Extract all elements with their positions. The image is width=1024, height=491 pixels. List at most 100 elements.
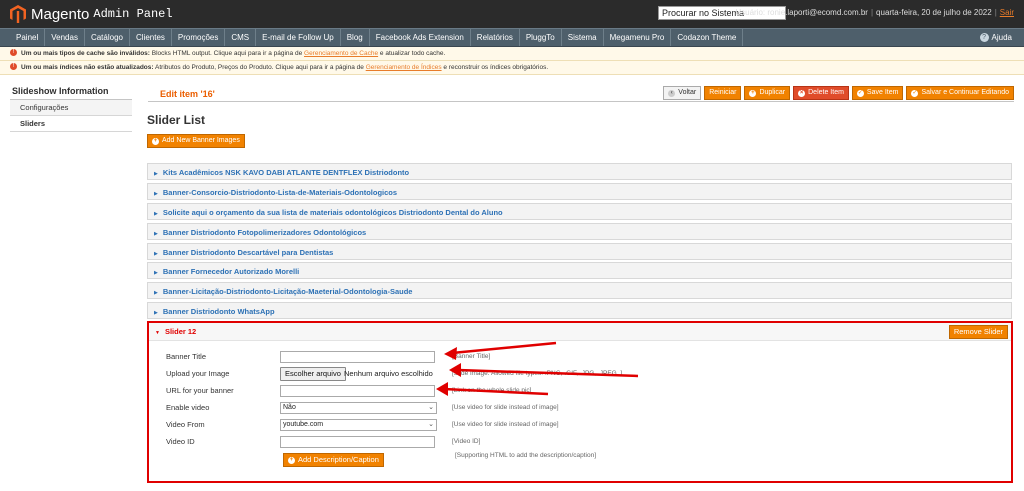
banner-title-input[interactable] xyxy=(280,351,435,363)
enable-video-note: [Use video for slide instead of image] xyxy=(452,404,559,411)
error-icon: ! xyxy=(10,48,17,56)
url-label: URL for your banner xyxy=(166,386,234,395)
nav-item-promo-es[interactable]: Promoções xyxy=(172,29,226,46)
cache-notice: ! Um ou mais tipos de cache são inválidos… xyxy=(0,47,1024,61)
slider-header[interactable]: ▼ Slider 12 Remove Slider xyxy=(149,323,1011,341)
nav-item-clientes[interactable]: Clientes xyxy=(130,29,172,46)
slider-title: ▼ Slider 12 xyxy=(155,323,196,342)
video-id-row: Video ID [Video ID] xyxy=(166,435,1006,448)
nav-item-blog[interactable]: Blog xyxy=(341,29,370,46)
slider-accordion-title: Solicite aqui o orçamento da sua lista d… xyxy=(162,207,503,217)
enable-video-label: Enable video xyxy=(166,403,210,412)
banner-title-row: Banner Title [Banner Title] xyxy=(166,350,1006,363)
slider-accordion-title: Kits Acadêmicos NSK KAVO DABI ATLANTE DE… xyxy=(162,168,410,177)
add-description-note: [Supporting HTML to add the description/… xyxy=(455,452,597,459)
check-icon: ✓ xyxy=(911,89,919,97)
slider-accordion-item[interactable]: ▶ Banner Distriodonto WhatsApp xyxy=(147,302,1012,320)
sidebar-title: Slideshow Information xyxy=(10,86,132,100)
nav-item-facebook-ads-extension[interactable]: Facebook Ads Extension xyxy=(370,29,471,46)
nav-item-pluggto[interactable]: PluggTo xyxy=(520,29,562,46)
cache-notice-strong: Um ou mais tipos de cache são inválidos: xyxy=(21,50,150,57)
tab-configuracoes[interactable]: Configurações xyxy=(10,100,132,116)
nav-item-painel[interactable]: Painel xyxy=(10,29,46,46)
duplicate-button[interactable]: + Duplicar xyxy=(744,86,791,100)
nav-item-sistema[interactable]: Sistema xyxy=(562,29,604,46)
save-item-button[interactable]: ✓ Save Item xyxy=(851,86,904,100)
enable-video-select[interactable]: Não ⌄ xyxy=(280,402,437,414)
choose-file-button[interactable]: Escolher arquivo xyxy=(280,367,346,381)
logout-link[interactable]: Sair xyxy=(1000,8,1014,17)
slider-title-text: Slider 12 xyxy=(164,327,197,336)
nav-item-megamenu-pro[interactable]: Megamenu Pro xyxy=(604,29,672,46)
save-label: Save Item xyxy=(866,89,899,96)
triangle-right-icon: ▶ xyxy=(154,210,158,217)
remove-slider-button[interactable]: Remove Slider xyxy=(948,325,1008,339)
video-id-input[interactable] xyxy=(280,436,435,448)
nav-item-relat-rios[interactable]: Relatórios xyxy=(471,29,520,46)
slider-list: ▶ Kits Acadêmicos NSK KAVO DABI ATLANTE D… xyxy=(147,163,1012,322)
index-management-link[interactable]: Gerenciamento de Índices xyxy=(366,64,442,71)
triangle-right-icon: ▶ xyxy=(154,230,158,237)
slider-accordion-title: Banner Distriodonto Descartável para Den… xyxy=(162,247,334,257)
nav-item-vendas[interactable]: Vendas xyxy=(45,29,85,46)
magento-logo-icon xyxy=(10,5,26,23)
save-continue-button[interactable]: ✓ Salvar e Continuar Editando xyxy=(906,86,1014,100)
plus-icon: + xyxy=(288,456,295,464)
url-input[interactable] xyxy=(280,385,435,397)
index-notice-tail: e reconstruir os índices obrigatórios. xyxy=(443,64,549,71)
slider-accordion-title: Banner-Licitação-Distriodonto-Licitação-… xyxy=(162,287,413,297)
delete-icon: × xyxy=(798,89,806,97)
plus-icon: + xyxy=(749,89,757,97)
slider-accordion-item[interactable]: ▶ Solicite aqui o orçamento da sua lista … xyxy=(147,202,1012,220)
add-description-button[interactable]: + Add Description/Caption xyxy=(283,453,384,467)
video-from-value: youtube.com xyxy=(283,421,324,428)
index-notice-strong: Um ou mais índices não estão atualizados… xyxy=(21,64,154,71)
nav-item-e-mail-de-follow-up[interactable]: E-mail de Follow Up xyxy=(256,29,341,46)
nav-item-codazon-theme[interactable]: Codazon Theme xyxy=(671,29,744,46)
url-row: URL for your banner [Link on the whole s… xyxy=(166,384,1006,397)
slider-accordion-title: Banner-Consorcio-Distriodonto-Lista-de-M… xyxy=(162,187,398,197)
plus-icon: + xyxy=(152,137,159,145)
chevron-down-icon: ⌄ xyxy=(428,404,434,411)
slider-accordion-item[interactable]: ▶ Banner Distriodonto Descartável para De… xyxy=(147,242,1012,260)
back-button[interactable]: ‹ Voltar xyxy=(663,86,702,100)
slider-accordion-item[interactable]: ▶ Banner-Consorcio-Distriodonto-Lista-de-… xyxy=(147,182,1012,200)
nav-item-cms[interactable]: CMS xyxy=(225,29,257,46)
index-notice-text: Atributos do Produto, Preços do Produto.… xyxy=(155,64,364,71)
delete-item-button[interactable]: × Delete Item xyxy=(793,86,849,100)
slider-accordion-item[interactable]: ▶ Banner Distriodonto Fotopolimerizadores… xyxy=(147,222,1012,240)
help-icon: ? xyxy=(979,33,989,42)
save-continue-label: Salvar e Continuar Editando xyxy=(921,89,1009,96)
triangle-right-icon: ▶ xyxy=(154,190,158,197)
triangle-right-icon: ▶ xyxy=(154,270,158,277)
nav-item-cat-logo[interactable]: Catálogo xyxy=(85,29,130,46)
brand-name: Magento xyxy=(31,5,90,23)
magento-logo[interactable]: Magento Admin Panel xyxy=(10,5,173,23)
upload-label: Upload your Image xyxy=(166,369,230,378)
check-icon: ✓ xyxy=(856,89,864,97)
triangle-right-icon: ▶ xyxy=(154,171,158,177)
video-id-label: Video ID xyxy=(166,437,195,446)
current-date: quarta-feira, 20 de julho de 2022 xyxy=(876,8,992,17)
add-description-label: Add Description/Caption xyxy=(298,455,379,464)
slider-accordion-item[interactable]: ▶ Banner Fornecedor Autorizado Morelli xyxy=(147,262,1012,280)
header-divider xyxy=(148,101,1014,102)
file-status: Nenhum arquivo escolhido xyxy=(344,369,433,378)
slider-expanded-panel: ▼ Slider 12 Remove Slider Banner Title [B… xyxy=(147,321,1013,483)
slider-accordion-title: Banner Fornecedor Autorizado Morelli xyxy=(162,267,300,277)
add-banner-button[interactable]: + Add New Banner Images xyxy=(147,134,245,148)
video-id-note: [Video ID] xyxy=(452,438,481,445)
reset-button[interactable]: Reiniciar xyxy=(704,86,742,100)
triangle-down-icon: ▼ xyxy=(155,330,160,336)
video-from-select[interactable]: youtube.com ⌄ xyxy=(280,419,437,431)
video-from-label: Video From xyxy=(166,420,205,429)
help-link[interactable]: ? Ajuda xyxy=(979,29,1012,46)
reset-label: Reiniciar xyxy=(709,89,737,96)
tab-sliders[interactable]: Sliders xyxy=(10,116,132,132)
slider-accordion-item[interactable]: ▶ Kits Acadêmicos NSK KAVO DABI ATLANTE D… xyxy=(147,163,1012,180)
action-toolbar: ‹ Voltar Reiniciar + Duplicar × Delete Item… xyxy=(663,86,1014,100)
cache-management-link[interactable]: Gerenciamento de Cache xyxy=(304,50,378,57)
error-icon: ! xyxy=(10,62,17,70)
slider-accordion-item[interactable]: ▶ Banner-Licitação-Distriodonto-Licitação… xyxy=(147,282,1012,300)
url-note: [Link on the whole slide pic] xyxy=(452,387,532,394)
